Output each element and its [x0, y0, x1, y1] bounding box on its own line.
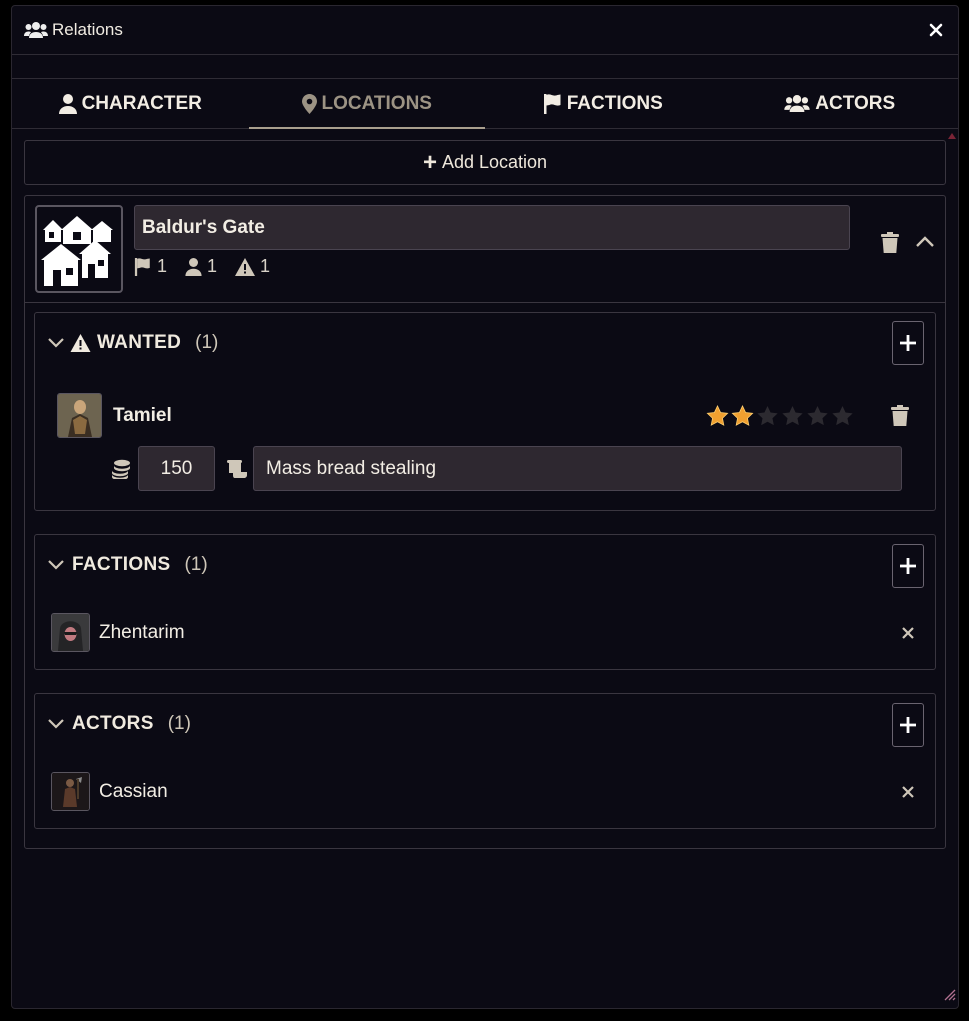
toolbar-spacer: [12, 55, 958, 79]
plus-icon: +: [422, 148, 437, 176]
remove-faction-close-icon[interactable]: [901, 620, 915, 646]
users-icon: [24, 21, 48, 39]
location-stats: 1 1 1: [134, 256, 867, 277]
wanted-count-label: (1): [195, 332, 219, 353]
actors-section: ACTORS (1) Cassian: [34, 693, 936, 829]
chevron-down-icon: [48, 338, 64, 348]
factions-count-label: (1): [184, 554, 208, 575]
factions-section-header[interactable]: FACTIONS (1): [35, 535, 935, 595]
users-icon: [784, 95, 810, 112]
star-icon[interactable]: [706, 404, 729, 427]
actor-count: 1: [185, 256, 217, 277]
faction-entry: Zhentarim: [35, 613, 935, 652]
title-bar[interactable]: Relations: [12, 6, 958, 55]
user-icon: [58, 93, 77, 114]
actor-count-value: 1: [207, 256, 218, 276]
scroll-icon: [227, 459, 247, 478]
plus-icon: [900, 558, 916, 574]
user-icon: [185, 257, 202, 276]
wanted-section-header[interactable]: WANTED (1): [35, 313, 935, 373]
close-icon[interactable]: [926, 20, 946, 40]
location-name-field[interactable]: Baldur's Gate: [134, 205, 850, 250]
wanted-section: WANTED (1) Tamiel 150 Mass bread stealin…: [34, 312, 936, 511]
star-icon[interactable]: [731, 404, 754, 427]
wanted-count: 1: [235, 256, 270, 277]
actor-entry: Cassian: [35, 772, 935, 811]
scroll-indicator[interactable]: [948, 133, 956, 139]
star-icon[interactable]: [781, 405, 804, 427]
wanted-title: WANTED: [97, 332, 182, 353]
tab-label: ACTORS: [815, 92, 896, 114]
town-icon[interactable]: [35, 205, 123, 293]
plus-icon: [900, 335, 916, 351]
resize-handle-icon[interactable]: [942, 987, 956, 1006]
crime-reason-input[interactable]: Mass bread stealing: [253, 446, 902, 491]
actors-title: ACTORS: [72, 713, 154, 734]
wanted-actor-name[interactable]: Tamiel: [113, 405, 172, 427]
actor-name[interactable]: Cassian: [99, 781, 168, 803]
tab-label: LOCATIONS: [321, 92, 432, 114]
actor-portrait-tamiel[interactable]: [57, 393, 102, 438]
actors-count-label: (1): [167, 713, 191, 734]
location-card: Baldur's Gate 1 1 1 WANTED (1) Tamiel 15…: [24, 195, 946, 849]
remove-actor-close-icon[interactable]: [901, 779, 915, 805]
wanted-details: 150 Mass bread stealing: [35, 446, 935, 491]
delete-location-trash-icon[interactable]: [881, 231, 899, 253]
faction-count: 1: [134, 256, 167, 277]
delete-wanted-trash-icon[interactable]: [891, 405, 909, 426]
tab-label: FACTIONS: [566, 92, 663, 114]
flag-icon: [134, 257, 150, 276]
location-header: Baldur's Gate 1 1 1: [25, 196, 945, 303]
collapse-chevron-up-icon[interactable]: [915, 236, 935, 248]
locations-panel[interactable]: + Add Location Baldur's Gate 1 1 1 WANTE…: [12, 129, 958, 849]
tab-actors[interactable]: ACTORS: [722, 79, 959, 128]
coins-icon: [112, 459, 130, 479]
tab-label: CHARACTER: [81, 92, 202, 114]
add-location-label: Add Location: [441, 152, 548, 172]
tab-locations[interactable]: LOCATIONS: [248, 79, 486, 129]
tab-character[interactable]: CHARACTER: [12, 79, 249, 128]
chevron-down-icon: [48, 719, 64, 729]
tab-bar: CHARACTER LOCATIONS FACTIONS ACTORS: [12, 79, 958, 129]
faction-count-value: 1: [157, 256, 168, 276]
bounty-input[interactable]: 150: [138, 446, 215, 491]
star-icon[interactable]: [756, 405, 779, 427]
add-wanted-button[interactable]: [892, 321, 924, 365]
factions-section: FACTIONS (1) Zhentarim: [34, 534, 936, 670]
plus-icon: [900, 717, 916, 733]
flag-icon: [543, 93, 561, 114]
add-faction-button[interactable]: [892, 544, 924, 588]
wanted-count-value: 1: [260, 256, 271, 276]
warning-icon: [235, 257, 256, 276]
tab-factions[interactable]: FACTIONS: [485, 79, 722, 128]
relations-window: Relations CHARACTER LOCATIONS FACTIONS A…: [11, 5, 959, 1009]
star-icon[interactable]: [806, 405, 829, 427]
faction-name[interactable]: Zhentarim: [99, 622, 185, 644]
actors-section-header[interactable]: ACTORS (1): [35, 694, 935, 754]
factions-title: FACTIONS: [72, 554, 171, 575]
add-actor-button[interactable]: [892, 703, 924, 747]
wanted-entry: Tamiel: [35, 393, 935, 438]
chevron-down-icon: [48, 560, 64, 570]
window-title: Relations: [52, 20, 123, 39]
warning-icon: [70, 334, 91, 352]
wanted-level-stars[interactable]: [706, 404, 856, 427]
faction-portrait-zhentarim[interactable]: [51, 613, 90, 652]
actor-portrait-cassian[interactable]: [51, 772, 90, 811]
add-location-button[interactable]: + Add Location: [24, 140, 946, 185]
star-icon[interactable]: [831, 405, 854, 427]
map-marker-icon: [301, 93, 317, 114]
